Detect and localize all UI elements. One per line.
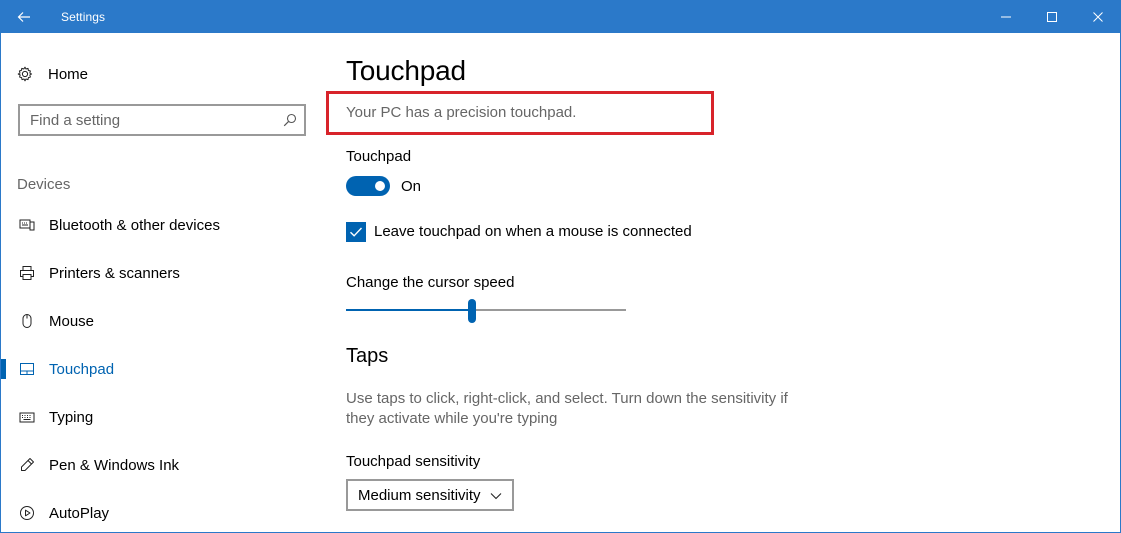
settings-window: Settings Home Devices [0, 0, 1121, 533]
autoplay-icon [19, 505, 35, 521]
checkmark-icon [350, 227, 363, 237]
search-box[interactable] [18, 104, 306, 136]
active-indicator [1, 359, 6, 379]
sidebar-item-autoplay[interactable]: AutoPlay [1, 493, 321, 532]
slider-thumb[interactable] [468, 299, 476, 323]
pen-icon [19, 457, 35, 473]
touchpad-sensitivity-select[interactable]: Medium sensitivity [346, 479, 514, 511]
sidebar-item-bluetooth[interactable]: Bluetooth & other devices [1, 205, 321, 245]
back-arrow-icon [17, 12, 30, 22]
touchpad-sensitivity-label: Touchpad sensitivity [346, 453, 481, 470]
title-bar: Settings [1, 1, 1120, 33]
maximize-icon [1047, 12, 1057, 22]
printer-icon [19, 265, 35, 281]
sidebar-item-label: Bluetooth & other devices [49, 216, 220, 234]
leave-touchpad-on-checkbox[interactable] [346, 222, 366, 242]
minimize-icon [1001, 16, 1011, 18]
keyboard-icon [19, 409, 35, 425]
touchpad-toggle[interactable] [346, 176, 390, 196]
page-title: Touchpad [346, 55, 466, 86]
sidebar-item-label: AutoPlay [49, 504, 110, 522]
leave-touchpad-on-label[interactable]: Leave touchpad on when a mouse is connec… [374, 223, 692, 240]
sidebar: Home Devices Bluetooth & other devices P… [1, 33, 321, 532]
sidebar-item-home[interactable]: Home [17, 63, 88, 85]
minimize-button[interactable] [983, 1, 1029, 33]
sidebar-item-label: Mouse [49, 312, 95, 330]
sidebar-item-touchpad[interactable]: Touchpad [1, 349, 321, 389]
taps-heading: Taps [346, 345, 389, 367]
touchpad-icon [19, 361, 35, 377]
chevron-down-icon [490, 493, 502, 500]
search-input[interactable] [30, 111, 270, 129]
toggle-state-text: On [401, 178, 422, 195]
touchpad-toggle-label: Touchpad [346, 148, 412, 165]
gear-icon [17, 66, 33, 82]
taps-description: Use taps to click, right-click, and sele… [346, 390, 788, 427]
bluetooth-devices-icon [19, 217, 35, 233]
sidebar-item-pen[interactable]: Pen & Windows Ink [1, 445, 321, 485]
sidebar-item-label: Touchpad [49, 360, 115, 378]
sidebar-item-typing[interactable]: Typing [1, 397, 321, 437]
sidebar-item-mouse[interactable]: Mouse [1, 301, 321, 341]
sidebar-item-printers[interactable]: Printers & scanners [1, 253, 321, 293]
home-label: Home [48, 65, 89, 83]
devices-group-label: Devices [17, 176, 71, 193]
sidebar-item-label: Typing [49, 408, 94, 426]
selected-sensitivity: Medium sensitivity [358, 486, 481, 504]
cursor-speed-label: Change the cursor speed [346, 274, 515, 291]
back-button[interactable] [1, 1, 47, 33]
cursor-speed-slider[interactable] [346, 299, 626, 323]
close-button[interactable] [1075, 1, 1120, 33]
main-content: Touchpad Your PC has a precision touchpa… [321, 33, 1120, 532]
maximize-button[interactable] [1029, 1, 1075, 33]
search-icon[interactable] [283, 113, 297, 127]
toggle-knob [375, 181, 385, 191]
close-icon [1093, 12, 1103, 22]
precision-touchpad-status: Your PC has a precision touchpad. [346, 104, 577, 121]
slider-fill [346, 309, 472, 311]
mouse-icon [19, 313, 35, 329]
window-title: Settings [61, 10, 106, 24]
sidebar-item-label: Pen & Windows Ink [49, 456, 180, 474]
sidebar-item-label: Printers & scanners [49, 264, 180, 282]
